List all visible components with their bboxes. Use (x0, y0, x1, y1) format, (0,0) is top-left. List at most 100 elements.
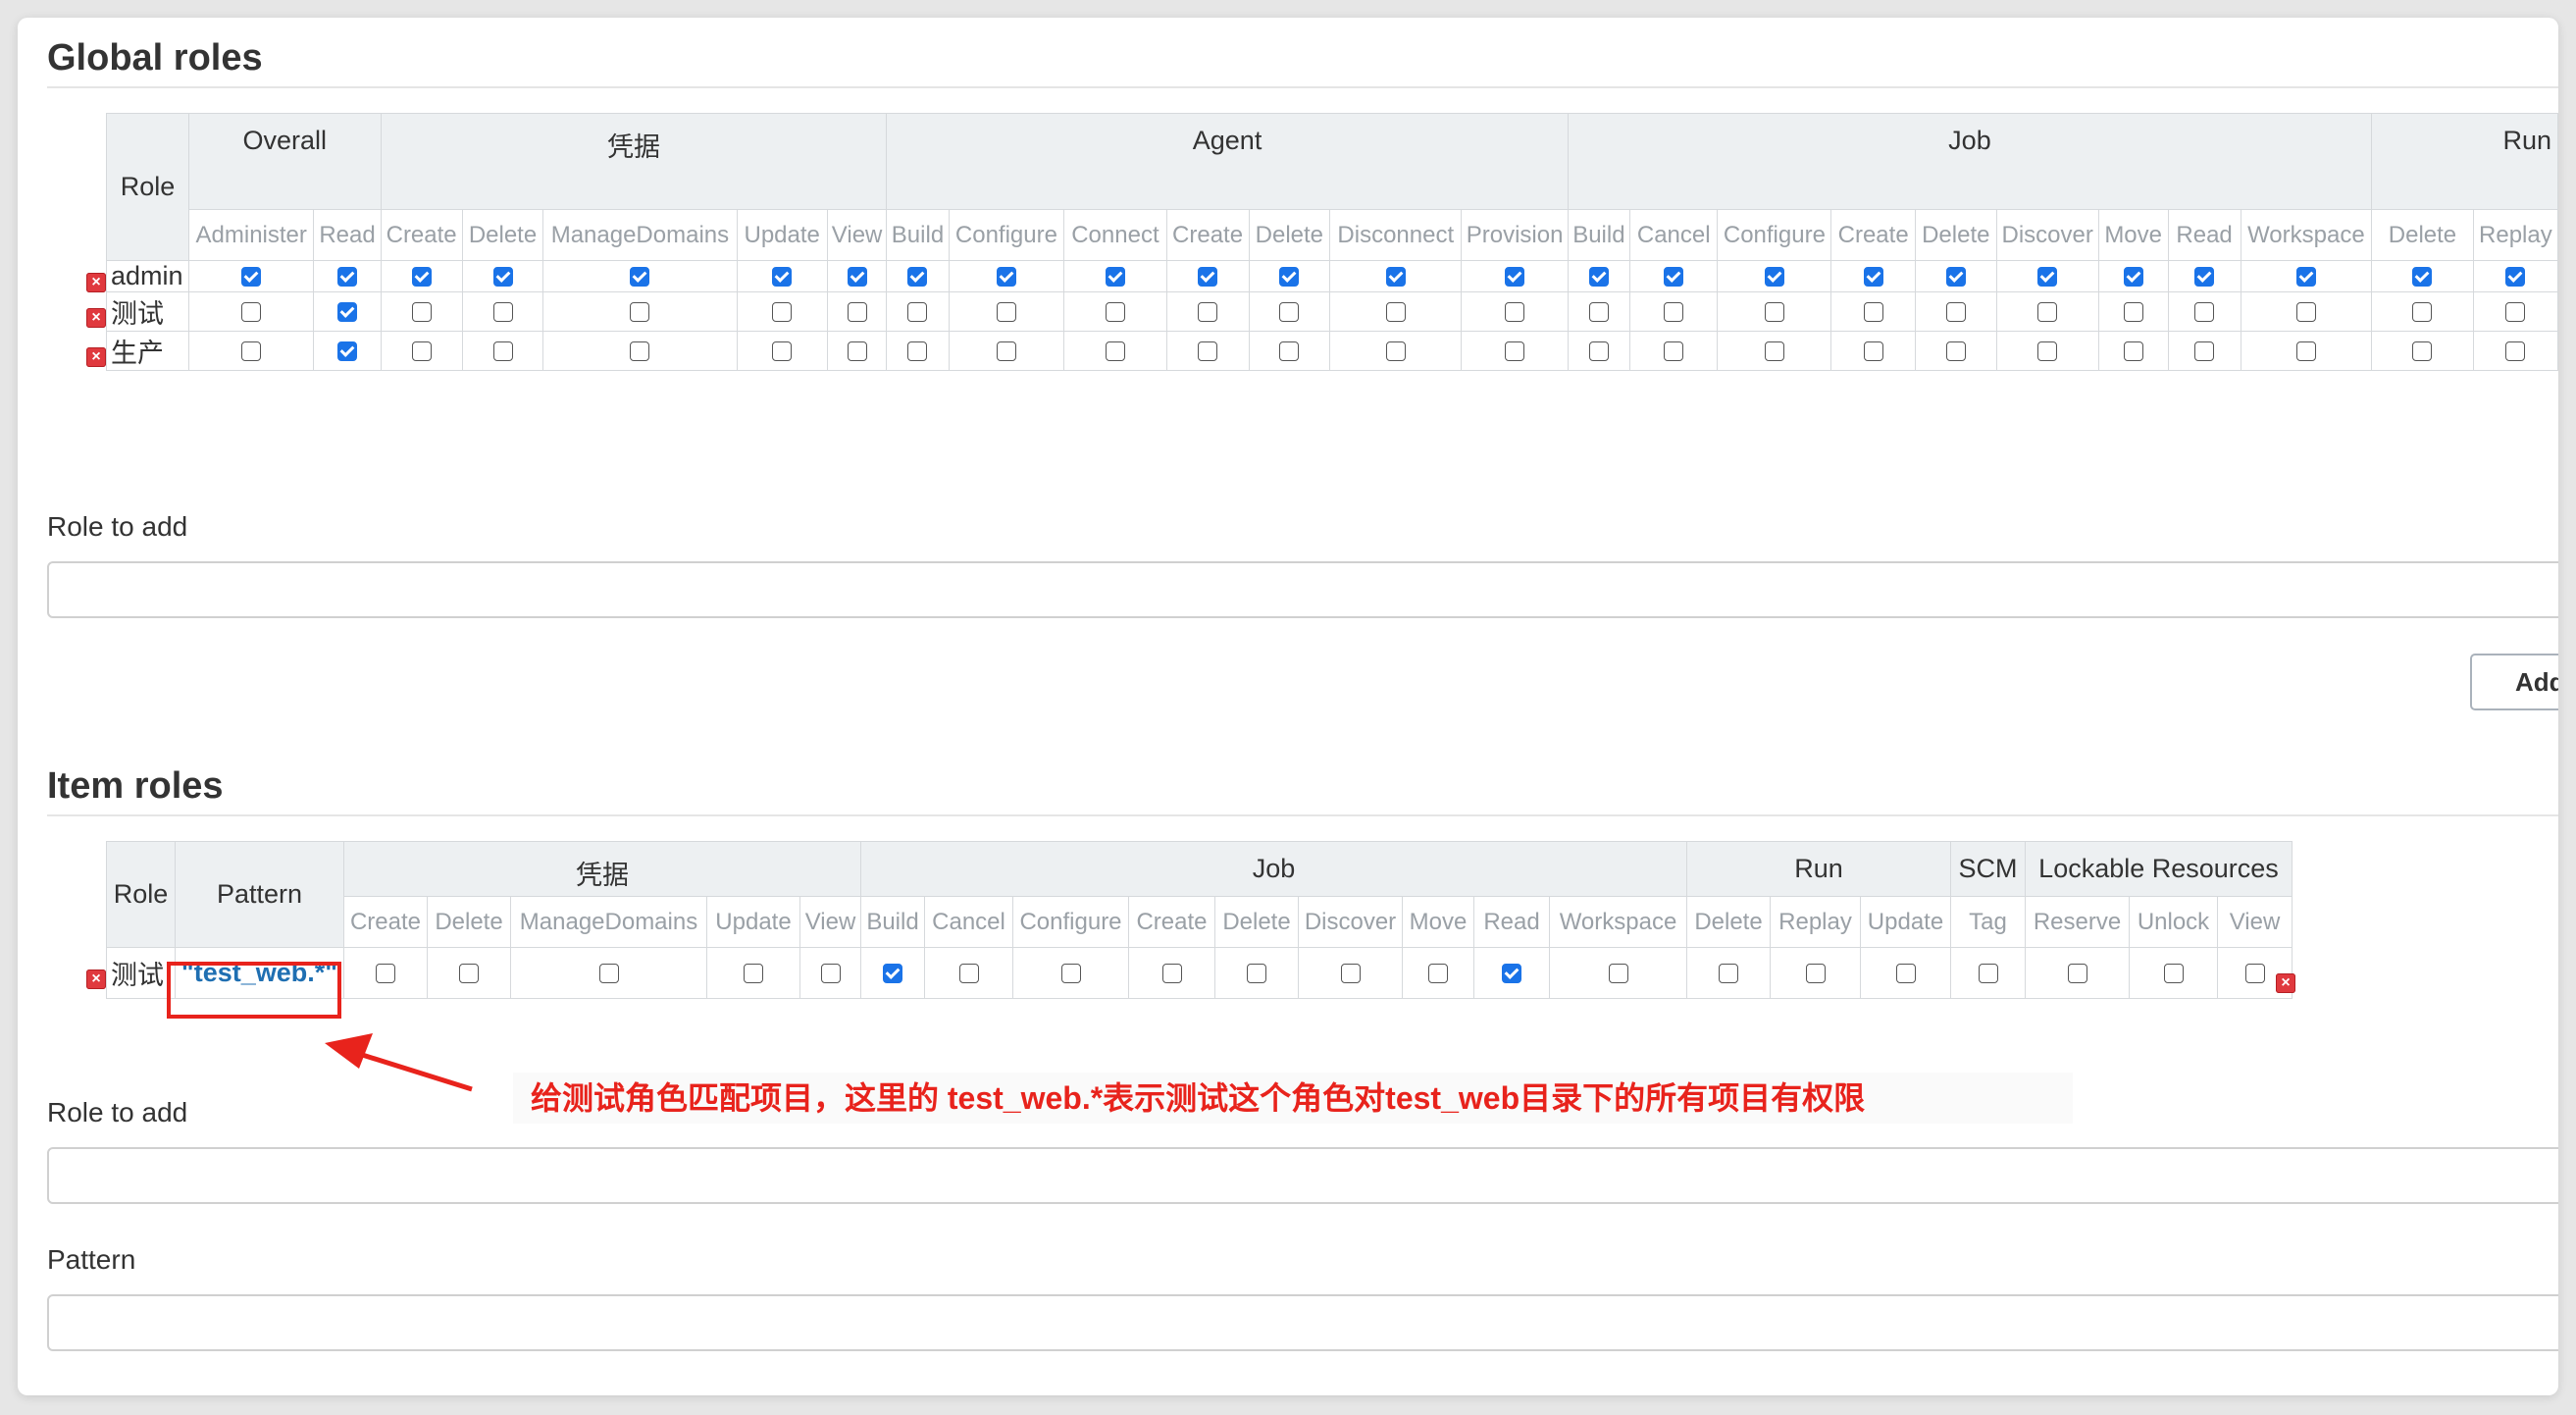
permission-checkbox[interactable] (492, 266, 513, 287)
permission-checkbox[interactable] (1664, 341, 1684, 361)
permission-checkbox[interactable] (376, 963, 395, 983)
permission-checkbox[interactable] (1588, 341, 1609, 361)
permission-checkbox[interactable] (1945, 301, 1966, 322)
permission-checkbox[interactable] (1764, 341, 1784, 361)
permission-checkbox[interactable] (1945, 266, 1966, 287)
delete-icon[interactable]: × (86, 272, 106, 292)
item-role-to-add-input[interactable] (47, 1147, 2558, 1204)
permission-checkbox[interactable] (1385, 301, 1406, 322)
permission-checkbox[interactable] (958, 963, 979, 983)
permission-checkbox[interactable] (1764, 266, 1784, 287)
permission-checkbox[interactable] (772, 301, 793, 322)
global-role-to-add-input[interactable] (47, 561, 2558, 618)
permission-checkbox[interactable] (2412, 341, 2433, 361)
permission-checkbox[interactable] (2123, 341, 2143, 361)
delete-icon[interactable]: × (2276, 973, 2295, 993)
permission-checkbox[interactable] (337, 301, 358, 322)
permission-checkbox[interactable] (1588, 266, 1609, 287)
permission-checkbox[interactable] (1279, 341, 1300, 361)
permission-checkbox[interactable] (907, 341, 928, 361)
permission-checkbox[interactable] (1385, 341, 1406, 361)
permission-checkbox[interactable] (1863, 341, 1883, 361)
permission-checkbox[interactable] (2505, 266, 2526, 287)
permission-checkbox[interactable] (996, 301, 1016, 322)
permission-checkbox[interactable] (1505, 301, 1525, 322)
permission-checkbox[interactable] (1863, 266, 1883, 287)
permission-checkbox[interactable] (241, 266, 262, 287)
permission-checkbox[interactable] (630, 341, 650, 361)
permission-checkbox[interactable] (996, 266, 1016, 287)
permission-checkbox[interactable] (2194, 266, 2215, 287)
permission-checkbox[interactable] (883, 963, 902, 983)
item-pattern-input[interactable] (47, 1294, 2558, 1351)
permission-checkbox[interactable] (772, 341, 793, 361)
permission-checkbox[interactable] (2194, 301, 2215, 322)
permission-checkbox[interactable] (1945, 341, 1966, 361)
permission-checkbox[interactable] (2037, 341, 2058, 361)
permission-checkbox[interactable] (1198, 266, 1218, 287)
permission-checkbox[interactable] (1863, 301, 1883, 322)
permission-checkbox[interactable] (241, 301, 262, 322)
permission-checkbox[interactable] (2067, 963, 2087, 983)
permission-checkbox[interactable] (907, 301, 928, 322)
permission-checkbox[interactable] (1279, 266, 1300, 287)
permission-checkbox[interactable] (2037, 266, 2058, 287)
permission-checkbox[interactable] (2295, 301, 2316, 322)
permission-checkbox[interactable] (630, 266, 650, 287)
permission-checkbox[interactable] (1505, 341, 1525, 361)
permission-checkbox[interactable] (492, 301, 513, 322)
permission-checkbox[interactable] (820, 963, 841, 983)
permission-checkbox[interactable] (1895, 963, 1916, 983)
permission-checkbox[interactable] (1505, 266, 1525, 287)
permission-checkbox[interactable] (1978, 963, 1998, 983)
permission-checkbox[interactable] (1198, 341, 1218, 361)
permission-checkbox[interactable] (2123, 301, 2143, 322)
permission-checkbox[interactable] (492, 341, 513, 361)
permission-checkbox[interactable] (1764, 301, 1784, 322)
permission-checkbox[interactable] (1105, 341, 1125, 361)
permission-checkbox[interactable] (2295, 266, 2316, 287)
permission-checkbox[interactable] (337, 266, 358, 287)
permission-checkbox[interactable] (1588, 301, 1609, 322)
permission-checkbox[interactable] (2295, 341, 2316, 361)
delete-icon[interactable]: × (86, 307, 106, 328)
permission-checkbox[interactable] (772, 266, 793, 287)
permission-checkbox[interactable] (2505, 301, 2526, 322)
permission-checkbox[interactable] (847, 266, 867, 287)
permission-checkbox[interactable] (1279, 301, 1300, 322)
permission-checkbox[interactable] (1247, 963, 1266, 983)
permission-checkbox[interactable] (1198, 301, 1218, 322)
permission-checkbox[interactable] (411, 266, 432, 287)
permission-checkbox[interactable] (2194, 341, 2215, 361)
permission-checkbox[interactable] (907, 266, 928, 287)
permission-checkbox[interactable] (1664, 301, 1684, 322)
permission-checkbox[interactable] (459, 963, 479, 983)
permission-checkbox[interactable] (996, 341, 1016, 361)
permission-checkbox[interactable] (2123, 266, 2143, 287)
permission-checkbox[interactable] (1105, 301, 1125, 322)
permission-checkbox[interactable] (411, 341, 432, 361)
permission-checkbox[interactable] (2163, 963, 2184, 983)
delete-icon[interactable]: × (86, 969, 106, 989)
permission-checkbox[interactable] (1805, 963, 1826, 983)
permission-checkbox[interactable] (411, 301, 432, 322)
permission-checkbox[interactable] (1385, 266, 1406, 287)
permission-checkbox[interactable] (1719, 963, 1738, 983)
permission-checkbox[interactable] (241, 341, 262, 361)
permission-checkbox[interactable] (630, 301, 650, 322)
permission-checkbox[interactable] (337, 341, 358, 361)
delete-icon[interactable]: × (86, 346, 106, 367)
permission-checkbox[interactable] (1105, 266, 1125, 287)
permission-checkbox[interactable] (744, 963, 763, 983)
permission-checkbox[interactable] (2505, 341, 2526, 361)
add-global-role-button[interactable]: Add (2470, 654, 2558, 710)
permission-checkbox[interactable] (2037, 301, 2058, 322)
permission-checkbox[interactable] (2412, 301, 2433, 322)
permission-checkbox[interactable] (1340, 963, 1361, 983)
permission-checkbox[interactable] (2244, 963, 2265, 983)
permission-checkbox[interactable] (1428, 963, 1448, 983)
permission-checkbox[interactable] (847, 341, 867, 361)
permission-checkbox[interactable] (598, 963, 619, 983)
permission-checkbox[interactable] (2412, 266, 2433, 287)
permission-checkbox[interactable] (1161, 963, 1182, 983)
